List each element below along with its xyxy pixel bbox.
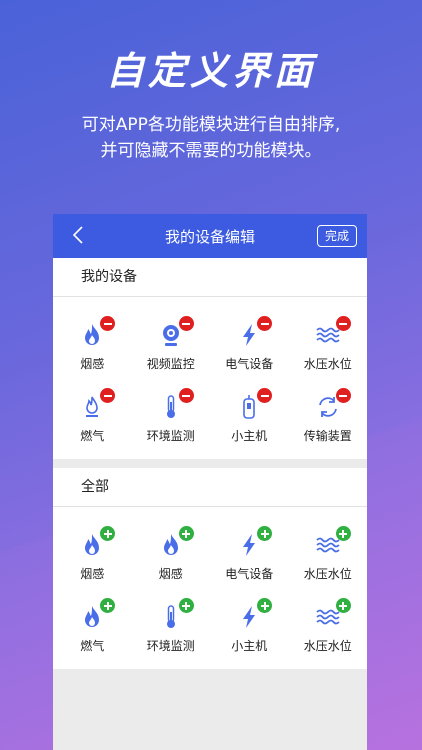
section-divider	[53, 459, 367, 468]
all-device-item[interactable]: 小主机	[210, 591, 289, 663]
all-device-item[interactable]: 烟感	[53, 519, 132, 591]
phone-screen: 我的设备编辑 完成 我的设备 烟感 视频监控 电气设备 水压水位 燃气 环境监测 小主机 传输…	[53, 214, 367, 750]
device-label: 烟感	[158, 567, 183, 581]
my-device-item[interactable]: 环境监测	[132, 381, 211, 453]
my-devices-section: 我的设备 烟感 视频监控 电气设备 水压水位燃气 环境监测 小主机 传输装置	[53, 258, 367, 459]
add-badge-icon[interactable]	[178, 598, 194, 613]
all-devices-grid: 烟感 烟感 电气设备 水压水位 燃气 环境监测 小主机 水压水位	[53, 507, 367, 669]
lightning-icon	[235, 316, 273, 349]
remove-badge-icon[interactable]	[335, 388, 351, 403]
remove-badge-icon[interactable]	[257, 388, 273, 403]
all-device-item[interactable]: 环境监测	[132, 591, 211, 663]
device-label: 电气设备	[225, 357, 274, 371]
my-device-item[interactable]: 燃气	[53, 381, 132, 453]
flame-icon	[78, 316, 116, 349]
my-device-item[interactable]: 烟感	[53, 309, 132, 381]
add-badge-icon[interactable]	[100, 598, 116, 613]
device-label: 电气设备	[225, 567, 274, 581]
device-label: 烟感	[80, 567, 105, 581]
my-device-item[interactable]: 传输装置	[289, 381, 368, 453]
flame-icon	[78, 526, 116, 559]
gas-flame-icon	[78, 388, 116, 421]
my-devices-header: 我的设备	[53, 258, 367, 297]
all-device-item[interactable]: 电气设备	[210, 519, 289, 591]
remove-badge-icon[interactable]	[335, 316, 351, 331]
add-badge-icon[interactable]	[257, 526, 273, 541]
hero-subtitle-line1: 可对APP各功能模块进行自由排序,	[81, 115, 341, 135]
thermometer-icon	[157, 598, 194, 631]
all-device-item[interactable]: 烟感	[132, 519, 211, 591]
my-device-item[interactable]: 小主机	[210, 381, 289, 453]
remove-badge-icon[interactable]	[178, 388, 194, 403]
host-device-icon	[235, 388, 273, 421]
water-wave-icon	[314, 526, 351, 559]
add-badge-icon[interactable]	[335, 526, 351, 541]
all-device-item[interactable]: 水压水位	[289, 519, 368, 591]
camera-icon	[157, 316, 194, 349]
my-device-item[interactable]: 水压水位	[289, 309, 368, 381]
hero-subtitle: 可对APP各功能模块进行自由排序, 并可隐藏不需要的功能模块。	[0, 112, 422, 164]
add-badge-icon[interactable]	[257, 598, 273, 613]
flame-icon	[78, 598, 116, 631]
device-label: 水压水位	[303, 357, 352, 371]
device-label: 水压水位	[303, 567, 352, 581]
lightning-icon	[235, 526, 273, 559]
remove-badge-icon[interactable]	[100, 316, 116, 331]
thermometer-icon	[157, 388, 194, 421]
water-wave-icon	[314, 316, 351, 349]
device-label: 传输装置	[303, 429, 352, 443]
device-label: 小主机	[231, 429, 268, 443]
device-label: 环境监测	[146, 429, 195, 443]
device-label: 小主机	[231, 639, 268, 653]
all-device-item[interactable]: 燃气	[53, 591, 132, 663]
water-wave-icon	[314, 598, 351, 631]
all-devices-header: 全部	[53, 468, 367, 507]
hero-subtitle-line2: 并可隐藏不需要的功能模块。	[100, 141, 322, 161]
remove-badge-icon[interactable]	[257, 316, 273, 331]
add-badge-icon[interactable]	[178, 526, 194, 541]
all-devices-section: 全部 烟感 烟感 电气设备 水压水位 燃气 环境监测 小主机 水压水位	[53, 468, 367, 669]
device-label: 燃气	[80, 429, 105, 443]
my-device-item[interactable]: 视频监控	[132, 309, 211, 381]
my-device-item[interactable]: 电气设备	[210, 309, 289, 381]
transfer-icon	[314, 388, 351, 421]
device-label: 环境监测	[146, 639, 195, 653]
remove-badge-icon[interactable]	[178, 316, 194, 331]
device-label: 烟感	[80, 357, 105, 371]
flame-icon	[157, 526, 194, 559]
hero-title: 自定义界面	[105, 48, 316, 93]
my-devices-grid: 烟感 视频监控 电气设备 水压水位燃气 环境监测 小主机 传输装置	[53, 297, 367, 459]
add-badge-icon[interactable]	[335, 598, 351, 613]
done-button[interactable]: 完成	[316, 225, 357, 247]
all-device-item[interactable]: 水压水位	[289, 591, 368, 663]
device-label: 视频监控	[146, 357, 195, 371]
device-label: 燃气	[80, 639, 105, 653]
device-label: 水压水位	[303, 639, 352, 653]
add-badge-icon[interactable]	[100, 526, 116, 541]
lightning-icon	[235, 598, 273, 631]
navbar: 我的设备编辑 完成	[53, 214, 367, 258]
remove-badge-icon[interactable]	[100, 388, 116, 403]
